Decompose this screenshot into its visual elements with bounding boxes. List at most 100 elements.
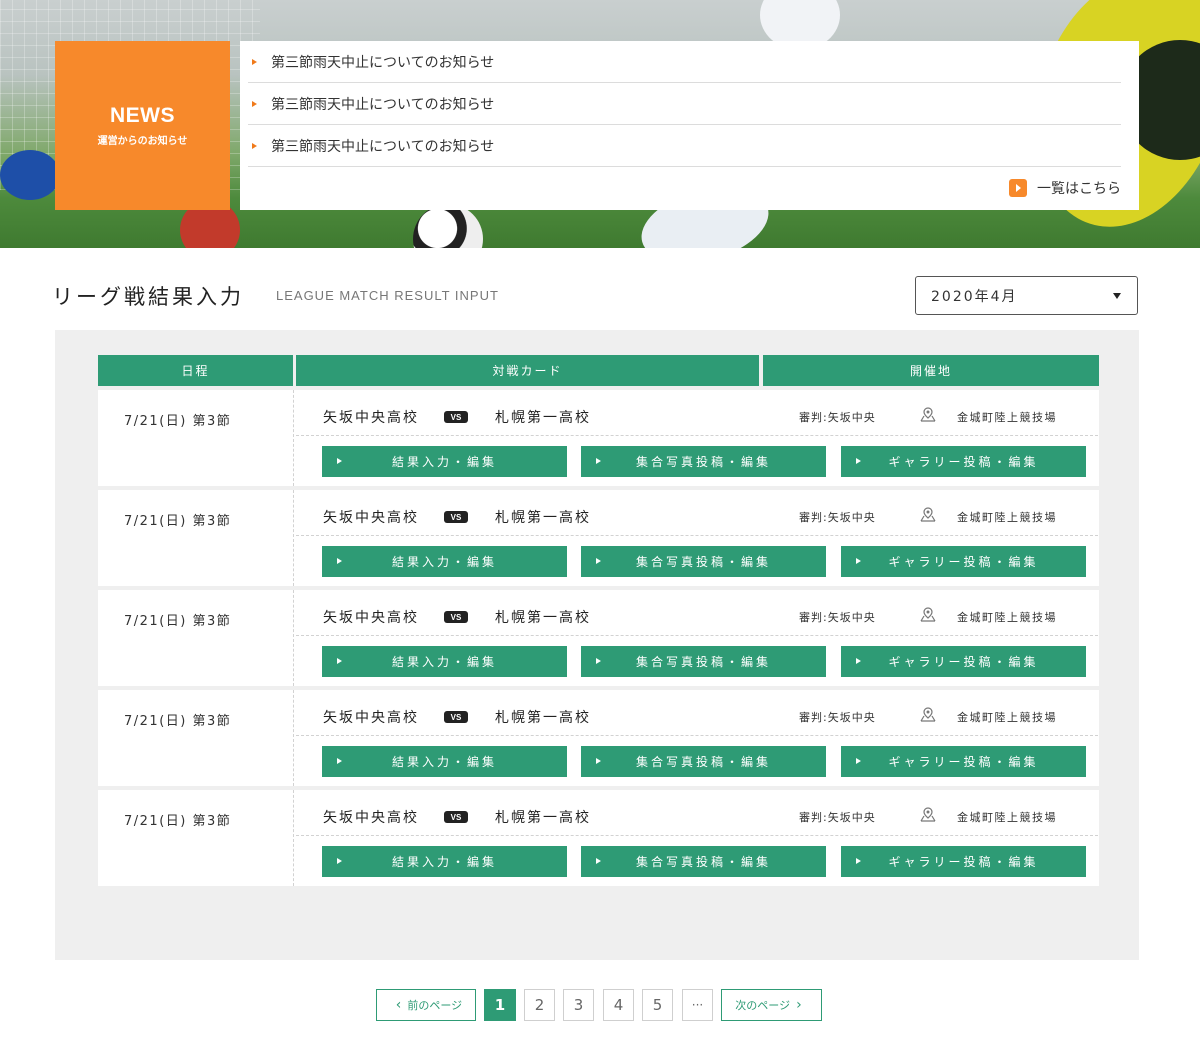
caret-down-icon bbox=[1113, 293, 1121, 299]
away-team: 札幌第一高校 bbox=[495, 410, 591, 426]
gallery-edit-button[interactable]: ギャラリー投稿・編集 bbox=[841, 446, 1086, 477]
home-team: 矢坂中央高校 bbox=[323, 410, 419, 426]
header-card: 対戦カード bbox=[296, 355, 759, 386]
play-arrow-icon bbox=[596, 658, 601, 664]
page-button-3[interactable]: 3 bbox=[563, 989, 594, 1021]
gallery-edit-button[interactable]: ギャラリー投稿・編集 bbox=[841, 646, 1086, 677]
play-arrow-icon bbox=[337, 858, 342, 864]
result-edit-label: 結果入力・編集 bbox=[391, 555, 497, 569]
map-pin-icon bbox=[920, 407, 936, 422]
chevron-left-icon: ‹ bbox=[395, 997, 402, 1013]
match-card: 矢坂中央高校 VS 札幌第一高校 審判:矢坂中央 金城町陸上競技場 bbox=[296, 690, 1098, 736]
map-pin-icon bbox=[920, 507, 936, 522]
match-card: 矢坂中央高校 VS 札幌第一高校 審判:矢坂中央 金城町陸上競技場 bbox=[296, 590, 1098, 636]
news-item[interactable]: 第三節雨天中止についてのお知らせ bbox=[248, 41, 1121, 83]
gallery-edit-button[interactable]: ギャラリー投稿・編集 bbox=[841, 846, 1086, 877]
vs-badge: VS bbox=[444, 711, 468, 723]
news-more-link[interactable]: 一覧はこちら bbox=[248, 167, 1121, 209]
result-edit-button[interactable]: 結果入力・編集 bbox=[322, 746, 567, 777]
referee: 審判:矢坂中央 bbox=[799, 711, 876, 724]
group-photo-edit-label: 集合写真投稿・編集 bbox=[635, 655, 771, 669]
result-edit-label: 結果入力・編集 bbox=[391, 455, 497, 469]
group-photo-edit-label: 集合写真投稿・編集 bbox=[635, 855, 771, 869]
play-arrow-icon bbox=[856, 758, 861, 764]
home-team: 矢坂中央高校 bbox=[323, 810, 419, 826]
venue-name: 金城町陸上競技場 bbox=[957, 411, 1057, 424]
match-date: 7/21(日) 第3節 bbox=[98, 690, 294, 786]
result-edit-label: 結果入力・編集 bbox=[391, 655, 497, 669]
match-card: 矢坂中央高校 VS 札幌第一高校 審判:矢坂中央 金城町陸上競技場 bbox=[296, 790, 1098, 836]
month-select[interactable]: 2020年4月 bbox=[915, 276, 1138, 315]
match-date: 7/21(日) 第3節 bbox=[98, 590, 294, 686]
result-edit-button[interactable]: 結果入力・編集 bbox=[322, 546, 567, 577]
chevron-right-icon: › bbox=[796, 997, 802, 1013]
group-photo-edit-label: 集合写真投稿・編集 bbox=[635, 555, 771, 569]
news-item-label: 第三節雨天中止についてのお知らせ bbox=[271, 96, 495, 113]
gallery-edit-button[interactable]: ギャラリー投稿・編集 bbox=[841, 746, 1086, 777]
group-photo-edit-button[interactable]: 集合写真投稿・編集 bbox=[581, 846, 826, 877]
page-button-5[interactable]: 5 bbox=[642, 989, 673, 1021]
venue-name: 金城町陸上競技場 bbox=[957, 511, 1057, 524]
referee: 審判:矢坂中央 bbox=[799, 811, 876, 824]
triangle-bullet-icon bbox=[252, 100, 257, 107]
match-date: 7/21(日) 第3節 bbox=[98, 790, 294, 886]
result-edit-label: 結果入力・編集 bbox=[391, 855, 497, 869]
match-card: 矢坂中央高校 VS 札幌第一高校 審判:矢坂中央 金城町陸上競技場 bbox=[296, 490, 1098, 536]
gallery-edit-label: ギャラリー投稿・編集 bbox=[888, 855, 1039, 869]
table-row: 7/21(日) 第3節 矢坂中央高校 VS 札幌第一高校 審判:矢坂中央 金城町… bbox=[98, 390, 1099, 486]
home-team: 矢坂中央高校 bbox=[323, 610, 419, 626]
play-arrow-icon bbox=[337, 758, 342, 764]
map-pin-icon bbox=[920, 707, 936, 722]
section-title: リーグ戦結果入力 bbox=[52, 285, 244, 309]
news-item[interactable]: 第三節雨天中止についてのお知らせ bbox=[248, 83, 1121, 125]
next-page-button[interactable]: 次のページ › bbox=[721, 989, 822, 1021]
group-photo-edit-button[interactable]: 集合写真投稿・編集 bbox=[581, 646, 826, 677]
month-select-value: 2020年4月 bbox=[931, 288, 1018, 305]
play-arrow-icon bbox=[337, 658, 342, 664]
referee: 審判:矢坂中央 bbox=[799, 611, 876, 624]
player-blue bbox=[0, 150, 60, 200]
group-photo-edit-button[interactable]: 集合写真投稿・編集 bbox=[581, 446, 826, 477]
soccer-ball-icon bbox=[413, 204, 483, 248]
group-photo-edit-label: 集合写真投稿・編集 bbox=[635, 755, 771, 769]
play-arrow-icon bbox=[596, 758, 601, 764]
map-pin-icon bbox=[920, 607, 936, 622]
home-team: 矢坂中央高校 bbox=[323, 510, 419, 526]
news-badge-title: NEWS bbox=[110, 104, 175, 127]
pagination: ‹ 前のページ 1 2 3 4 5 ··· 次のページ › bbox=[0, 989, 1200, 1021]
result-edit-button[interactable]: 結果入力・編集 bbox=[322, 646, 567, 677]
venue-name: 金城町陸上競技場 bbox=[957, 811, 1057, 824]
play-arrow-icon bbox=[337, 558, 342, 564]
header-date: 日程 bbox=[98, 355, 293, 386]
prev-page-button[interactable]: ‹ 前のページ bbox=[376, 989, 476, 1021]
table-row: 7/21(日) 第3節 矢坂中央高校 VS 札幌第一高校 審判:矢坂中央 金城町… bbox=[98, 490, 1099, 586]
play-arrow-icon bbox=[337, 458, 342, 464]
play-arrow-icon bbox=[596, 558, 601, 564]
news-badge: NEWS 運営からのお知らせ bbox=[55, 41, 230, 210]
news-panel: 第三節雨天中止についてのお知らせ 第三節雨天中止についてのお知らせ 第三節雨天中… bbox=[240, 41, 1139, 210]
table-row: 7/21(日) 第3節 矢坂中央高校 VS 札幌第一高校 審判:矢坂中央 金城町… bbox=[98, 790, 1099, 886]
section-subtitle: LEAGUE MATCH RESULT INPUT bbox=[276, 288, 499, 303]
match-table-panel: 日程 対戦カード 開催地 7/21(日) 第3節 矢坂中央高校 VS 札幌第一高… bbox=[55, 330, 1139, 960]
play-arrow-icon bbox=[596, 858, 601, 864]
play-arrow-icon bbox=[596, 458, 601, 464]
group-photo-edit-label: 集合写真投稿・編集 bbox=[635, 455, 771, 469]
result-edit-button[interactable]: 結果入力・編集 bbox=[322, 446, 567, 477]
away-team: 札幌第一高校 bbox=[495, 710, 591, 726]
play-arrow-icon bbox=[856, 858, 861, 864]
triangle-bullet-icon bbox=[252, 142, 257, 149]
gallery-edit-button[interactable]: ギャラリー投稿・編集 bbox=[841, 546, 1086, 577]
page-button-2[interactable]: 2 bbox=[524, 989, 555, 1021]
gallery-edit-label: ギャラリー投稿・編集 bbox=[888, 755, 1039, 769]
news-item-label: 第三節雨天中止についてのお知らせ bbox=[271, 54, 495, 71]
page-button-4[interactable]: 4 bbox=[603, 989, 634, 1021]
page-button-1[interactable]: 1 bbox=[484, 989, 516, 1021]
vs-badge: VS bbox=[444, 811, 468, 823]
news-item[interactable]: 第三節雨天中止についてのお知らせ bbox=[248, 125, 1121, 167]
play-arrow-icon bbox=[1009, 179, 1027, 197]
group-photo-edit-button[interactable]: 集合写真投稿・編集 bbox=[581, 746, 826, 777]
result-edit-button[interactable]: 結果入力・編集 bbox=[322, 846, 567, 877]
group-photo-edit-button[interactable]: 集合写真投稿・編集 bbox=[581, 546, 826, 577]
match-date: 7/21(日) 第3節 bbox=[98, 390, 294, 486]
referee: 審判:矢坂中央 bbox=[799, 511, 876, 524]
